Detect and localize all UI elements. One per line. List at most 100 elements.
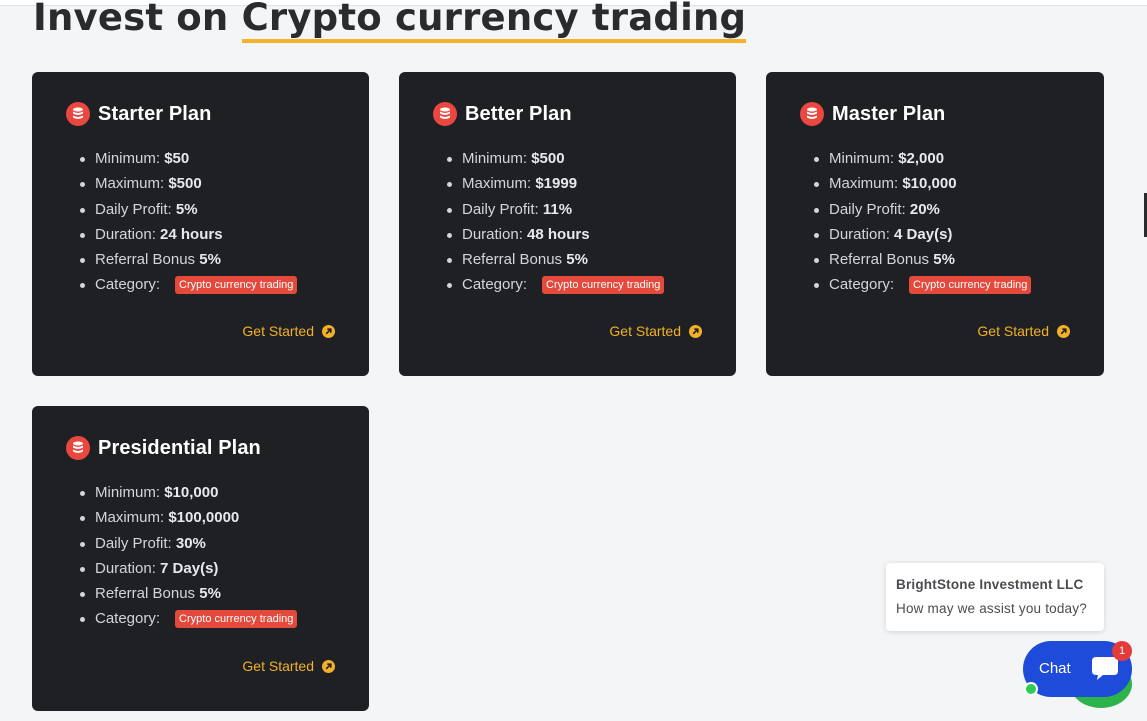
get-started-button[interactable]: Get Started <box>609 322 702 340</box>
daily-profit-value: 30% <box>175 534 206 552</box>
duration-label: Duration: <box>95 225 156 243</box>
plan-duration: Duration: 4 Day(s) <box>812 222 1031 247</box>
minimum-label: Minimum: <box>95 150 161 167</box>
maximum-label: Maximum: <box>95 175 165 193</box>
plan-category: Category: Crypto currency trading <box>78 606 298 631</box>
chat-greeting-popup[interactable]: BrightStone Investment LLC How may we as… <box>886 563 1104 631</box>
plan-minimum: Minimum: $50 <box>78 146 297 171</box>
minimum-value: $2,000 <box>898 150 945 167</box>
plan-minimum: Minimum: $10,000 <box>78 480 297 505</box>
plan-details-list: Minimum: $500 Maximum: $1999 Daily Profi… <box>445 146 665 298</box>
category-label: Category: <box>95 276 161 294</box>
duration-value: 4 Day(s) <box>894 225 953 243</box>
plan-title: Presidential Plan <box>98 437 261 459</box>
plan-referral: Referral Bonus 5% <box>78 581 297 606</box>
category-label: Category: <box>95 610 161 628</box>
duration-label: Duration: <box>462 225 523 243</box>
maximum-label: Maximum: <box>95 509 165 527</box>
coins-icon <box>66 102 90 126</box>
get-started-label: Get Started <box>609 323 681 339</box>
coins-icon <box>433 102 457 126</box>
daily-profit-value: 11% <box>542 200 573 218</box>
minimum-value: $10,000 <box>164 484 219 501</box>
plan-card-header: Master Plan <box>800 102 945 126</box>
plan-referral: Referral Bonus 5% <box>78 247 297 272</box>
referral-label: Referral Bonus <box>95 251 196 269</box>
daily-profit-label: Daily Profit: <box>462 200 539 218</box>
plan-card-header: Presidential Plan <box>66 436 261 460</box>
arrow-circle-icon <box>1057 324 1070 338</box>
plan-minimum: Minimum: $2,000 <box>812 146 1031 171</box>
duration-value: 24 hours <box>160 225 223 243</box>
plan-title: Master Plan <box>832 103 946 125</box>
plan-details-list: Minimum: $10,000 Maximum: $100,0000 Dail… <box>78 480 298 632</box>
category-badge: Crypto currency trading <box>542 275 665 294</box>
daily-profit-label: Daily Profit: <box>95 200 172 218</box>
online-status-dot <box>1024 682 1038 696</box>
referral-label: Referral Bonus <box>829 251 930 269</box>
plan-daily-profit: Daily Profit: 20% <box>812 197 1031 222</box>
category-badge: Crypto currency trading <box>175 609 298 628</box>
duration-value: 7 Day(s) <box>160 559 219 577</box>
plan-category: Category: Crypto currency trading <box>445 272 665 297</box>
daily-profit-label: Daily Profit: <box>829 200 906 218</box>
plan-daily-profit: Daily Profit: 5% <box>78 197 297 222</box>
category-label: Category: <box>829 276 895 294</box>
referral-label: Referral Bonus <box>95 585 196 603</box>
maximum-value: $1999 <box>535 175 578 193</box>
minimum-value: $500 <box>531 150 565 167</box>
plan-referral: Referral Bonus 5% <box>445 247 664 272</box>
plan-maximum: Maximum: $1999 <box>445 171 664 196</box>
maximum-label: Maximum: <box>829 175 899 193</box>
minimum-label: Minimum: <box>95 484 161 501</box>
maximum-value: $10,000 <box>902 175 957 193</box>
minimum-label: Minimum: <box>462 150 528 167</box>
arrow-circle-icon <box>689 324 702 338</box>
daily-profit-value: 5% <box>175 200 198 218</box>
plan-title: Better Plan <box>465 103 572 125</box>
referral-value: 5% <box>566 251 588 269</box>
plan-card-master: Master Plan Minimum: $2,000 Maximum: $10… <box>766 72 1104 376</box>
coins-icon <box>800 102 824 126</box>
plan-daily-profit: Daily Profit: 11% <box>445 197 664 222</box>
category-badge: Crypto currency trading <box>175 275 298 294</box>
plan-maximum: Maximum: $500 <box>78 171 297 196</box>
plan-card-header: Starter Plan <box>66 102 211 126</box>
get-started-label: Get Started <box>242 323 314 339</box>
duration-value: 48 hours <box>527 225 590 243</box>
plan-maximum: Maximum: $10,000 <box>812 171 1031 196</box>
plan-duration: Duration: 24 hours <box>78 222 297 247</box>
plan-title: Starter Plan <box>98 103 212 125</box>
plan-details-list: Minimum: $50 Maximum: $500 Daily Profit:… <box>78 146 298 298</box>
plan-card-presidential: Presidential Plan Minimum: $10,000 Maxim… <box>32 406 369 711</box>
get-started-button[interactable]: Get Started <box>242 657 335 675</box>
referral-label: Referral Bonus <box>462 251 563 269</box>
get-started-button[interactable]: Get Started <box>242 322 335 340</box>
maximum-value: $100,0000 <box>168 509 240 527</box>
get-started-button[interactable]: Get Started <box>977 322 1070 340</box>
coins-icon <box>66 436 90 460</box>
chat-company-name: BrightStone Investment LLC <box>896 577 1084 592</box>
plan-duration: Duration: 48 hours <box>445 222 664 247</box>
plan-category: Category: Crypto currency trading <box>78 272 298 297</box>
duration-label: Duration: <box>829 225 890 243</box>
duration-label: Duration: <box>95 559 156 577</box>
plan-daily-profit: Daily Profit: 30% <box>78 531 297 556</box>
chat-button-label: Chat <box>1039 660 1071 677</box>
page-title-highlight: Crypto currency trading <box>241 0 747 43</box>
plan-maximum: Maximum: $100,0000 <box>78 505 297 530</box>
plan-card-header: Better Plan <box>433 102 572 126</box>
plan-category: Category: Crypto currency trading <box>812 272 1032 297</box>
referral-value: 5% <box>199 251 221 269</box>
page-title: Invest on Crypto currency trading <box>33 0 747 44</box>
get-started-label: Get Started <box>977 323 1049 339</box>
daily-profit-label: Daily Profit: <box>95 534 172 552</box>
minimum-label: Minimum: <box>829 150 895 167</box>
arrow-circle-icon <box>322 659 335 673</box>
plan-card-better: Better Plan Minimum: $500 Maximum: $1999… <box>399 72 736 376</box>
chat-notification-badge: 1 <box>1112 641 1132 661</box>
plan-card-starter: Starter Plan Minimum: $50 Maximum: $500 … <box>32 72 369 376</box>
get-started-label: Get Started <box>242 658 314 674</box>
page-title-prefix: Invest on <box>33 0 242 39</box>
maximum-value: $500 <box>168 175 202 193</box>
